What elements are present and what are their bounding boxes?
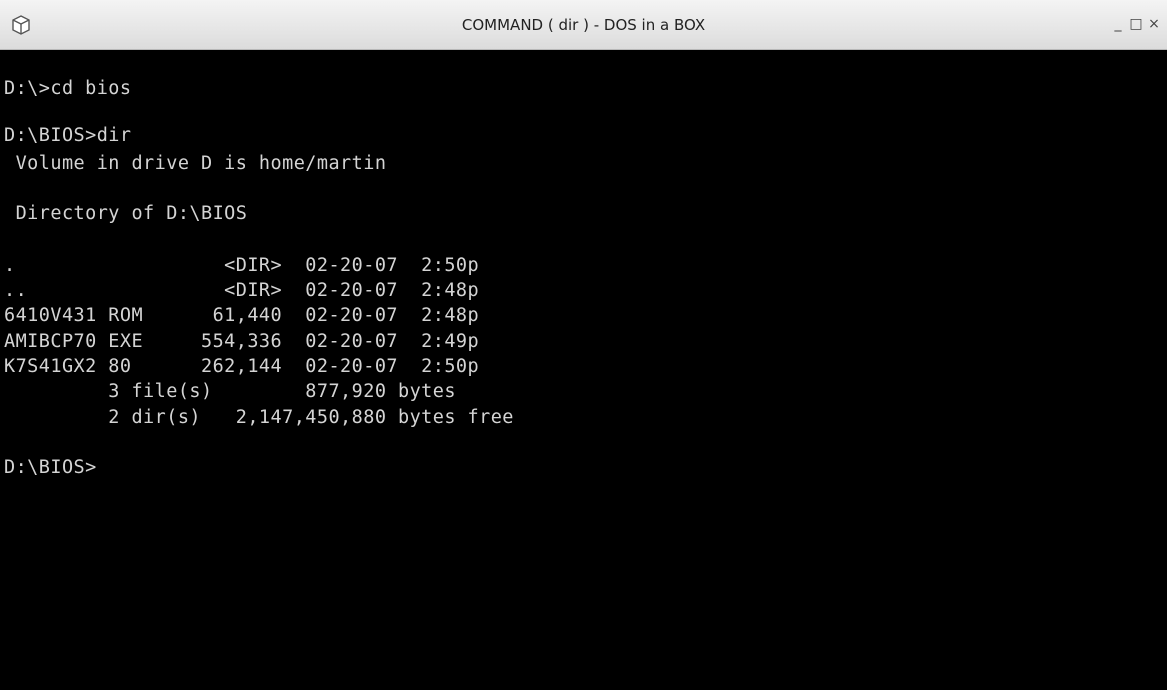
console-line-dir-command: D:\BIOS>dir (4, 125, 132, 146)
console-line-entry: K7S41GX2 80 262,144 02-20-07 2:50p (4, 356, 480, 377)
console-line-cd-command: D:\>cd bios (4, 78, 132, 99)
minimize-button[interactable]: _ (1111, 15, 1125, 33)
console-line-entry: 6410V431 ROM 61,440 02-20-07 2:48p (4, 305, 480, 326)
window-controls: _ □ × (1111, 15, 1161, 33)
console-line-directory: Directory of D:\BIOS (4, 203, 248, 224)
console-line-entry: .. <DIR> 02-20-07 2:48p (4, 280, 480, 301)
window-title: COMMAND ( dir ) - DOS in a BOX (461, 16, 706, 34)
maximize-button[interactable]: □ (1129, 15, 1143, 33)
console-prompt[interactable]: D:\BIOS> (4, 458, 97, 478)
console-line-file-summary: 3 file(s) 877,920 bytes (4, 381, 456, 402)
console-line-entry: . <DIR> 02-20-07 2:50p (4, 255, 480, 276)
close-button[interactable]: × (1147, 15, 1161, 33)
console-line-entry: AMIBCP70 EXE 554,336 02-20-07 2:49p (4, 331, 480, 352)
console-line-volume: Volume in drive D is home/martin (4, 153, 387, 174)
console-line-dir-summary: 2 dir(s) 2,147,450,880 bytes free (4, 407, 514, 428)
console-output[interactable]: D:\>cd bios D:\BIOS>dir Volume in drive … (0, 50, 1167, 690)
dos-window: COMMAND ( dir ) - DOS in a BOX _ □ × D:\… (0, 0, 1167, 690)
title-bar[interactable]: COMMAND ( dir ) - DOS in a BOX _ □ × (0, 0, 1167, 50)
